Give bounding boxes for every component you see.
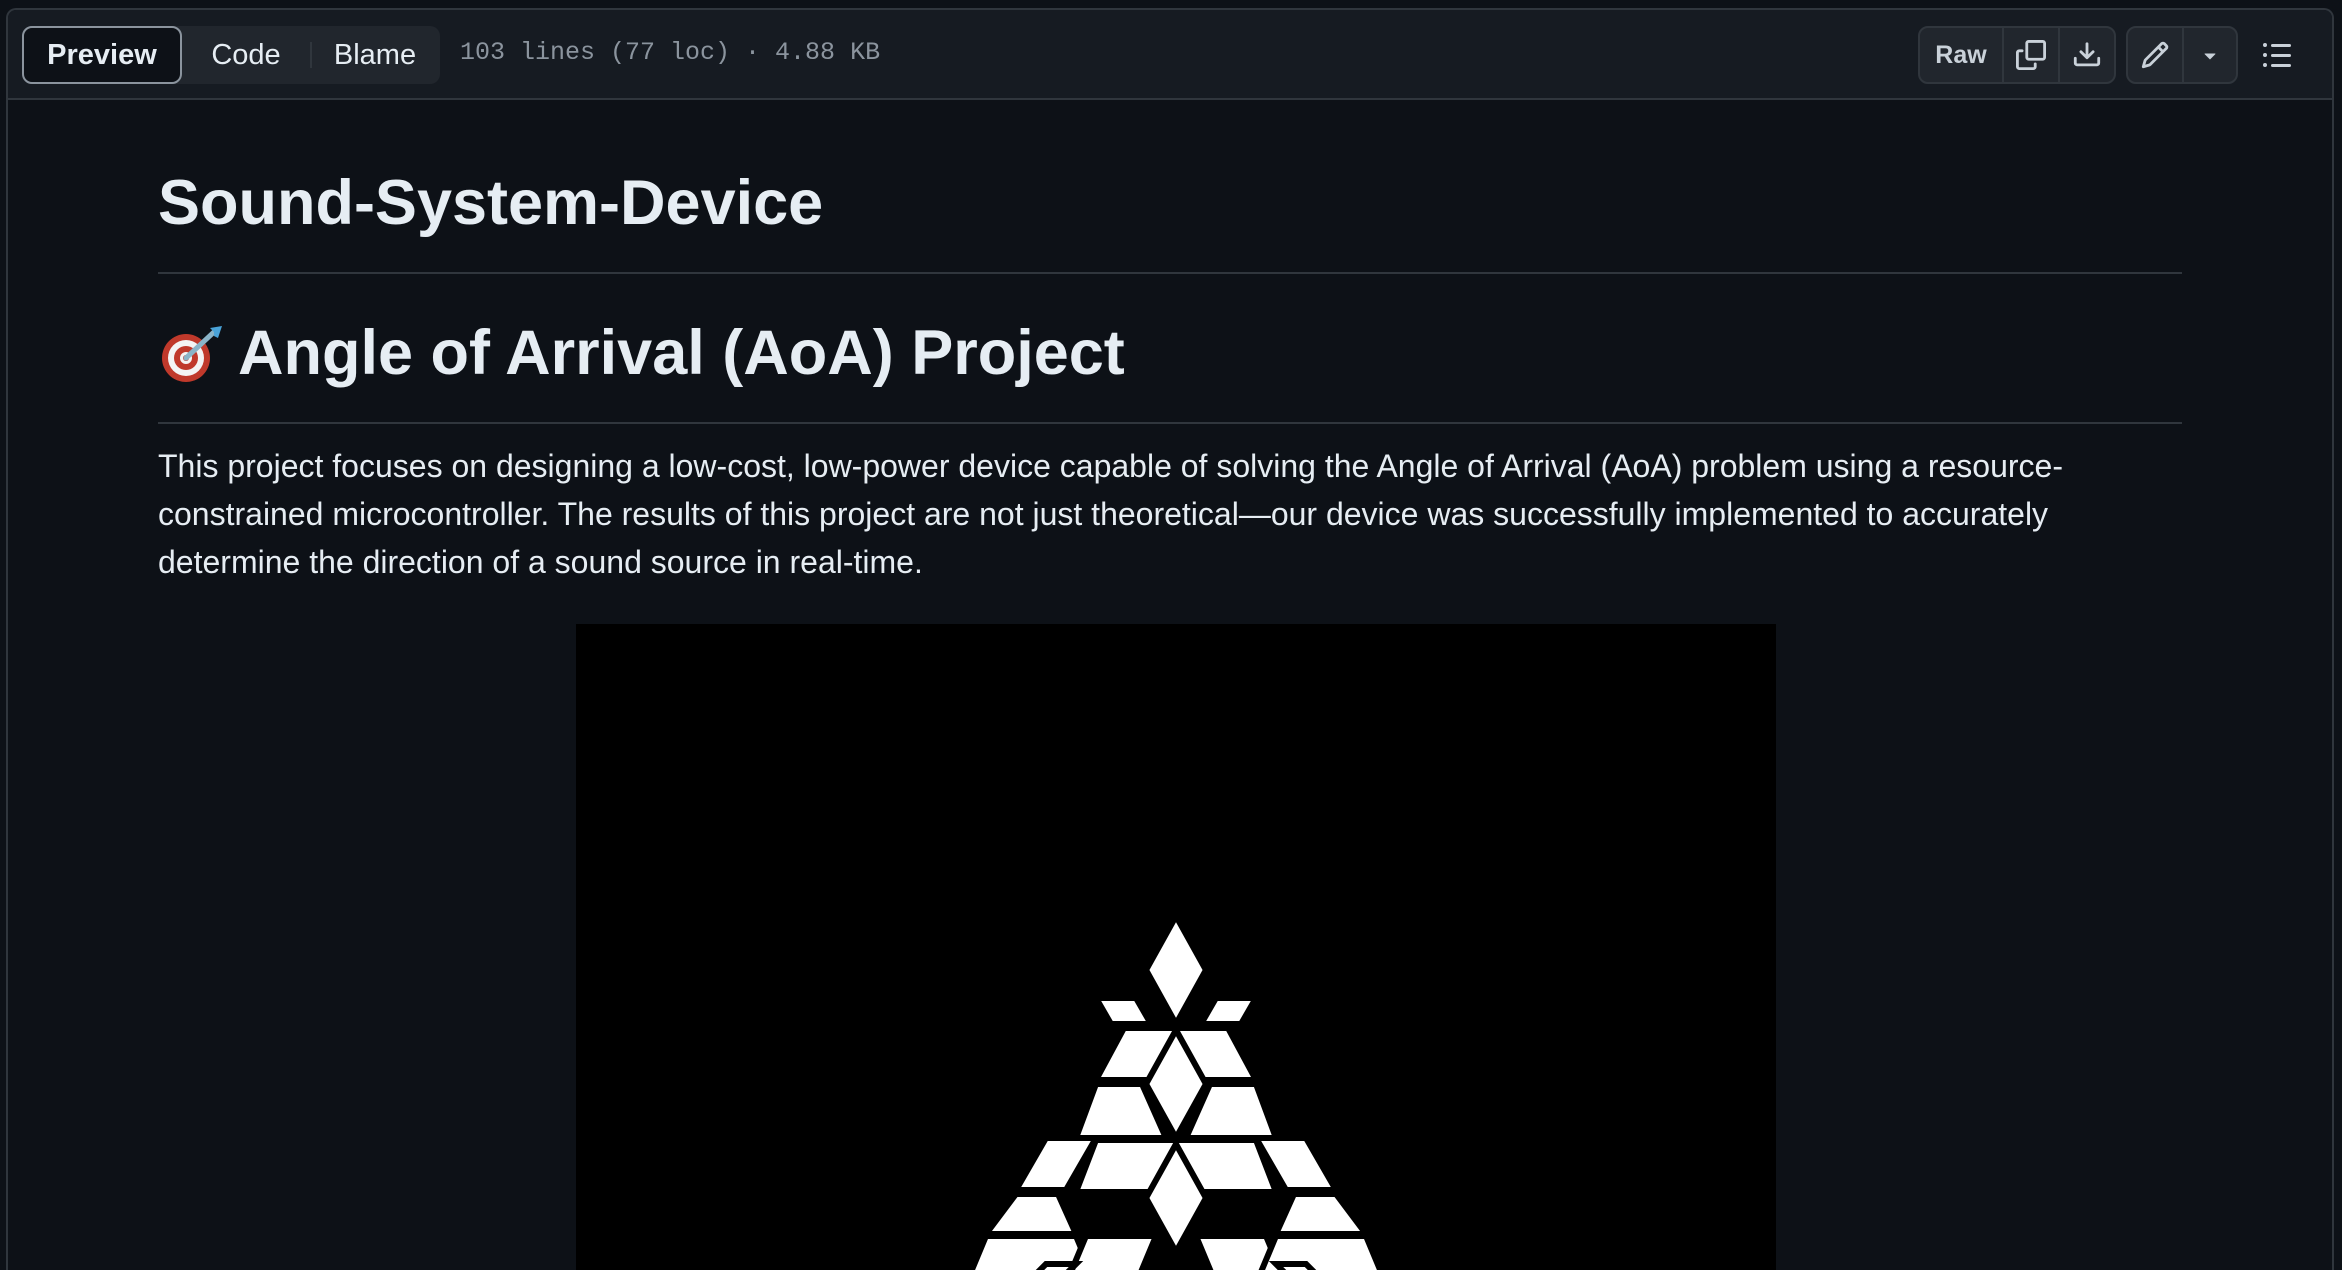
list-unordered-icon — [2263, 43, 2291, 67]
triangle-logo-image — [968, 909, 1384, 1270]
tab-code[interactable]: Code — [182, 26, 310, 84]
tab-preview[interactable]: Preview — [22, 26, 182, 84]
project-logo-image — [576, 624, 1776, 1270]
triangle-down-icon — [2204, 53, 2216, 60]
download-icon — [2073, 42, 2101, 67]
download-raw-button[interactable] — [2058, 28, 2114, 82]
file-view: Preview Code Blame 103 lines (77 loc) · … — [6, 8, 2334, 1270]
title-divider — [158, 272, 2182, 274]
copy-raw-button[interactable] — [2002, 28, 2058, 82]
outline-button[interactable] — [2248, 26, 2306, 84]
section-heading-text: Angle of Arrival (AoA) Project — [238, 318, 1125, 388]
pencil-icon — [2141, 41, 2169, 69]
section-heading: Angle of Arrival (AoA) Project — [158, 322, 1125, 385]
more-edit-options-button[interactable] — [2182, 28, 2236, 82]
file-toolbar: Preview Code Blame 103 lines (77 loc) · … — [8, 10, 2332, 100]
raw-button[interactable]: Raw — [1920, 28, 2002, 82]
tab-blame[interactable]: Blame — [310, 26, 440, 84]
heading-divider — [158, 422, 2182, 424]
direct-hit-target-icon — [162, 325, 222, 382]
raw-actions-group: Raw — [1918, 26, 2116, 84]
page-title: Sound-System-Device — [158, 168, 824, 238]
edit-file-button[interactable] — [2128, 28, 2182, 82]
view-mode-switcher: Preview Code Blame — [22, 26, 440, 84]
file-info: 103 lines (77 loc) · 4.88 KB — [460, 38, 881, 67]
copy-icon — [2016, 40, 2046, 70]
intro-paragraph: This project focuses on designing a low-… — [158, 448, 2063, 580]
edit-actions-group — [2126, 26, 2238, 84]
